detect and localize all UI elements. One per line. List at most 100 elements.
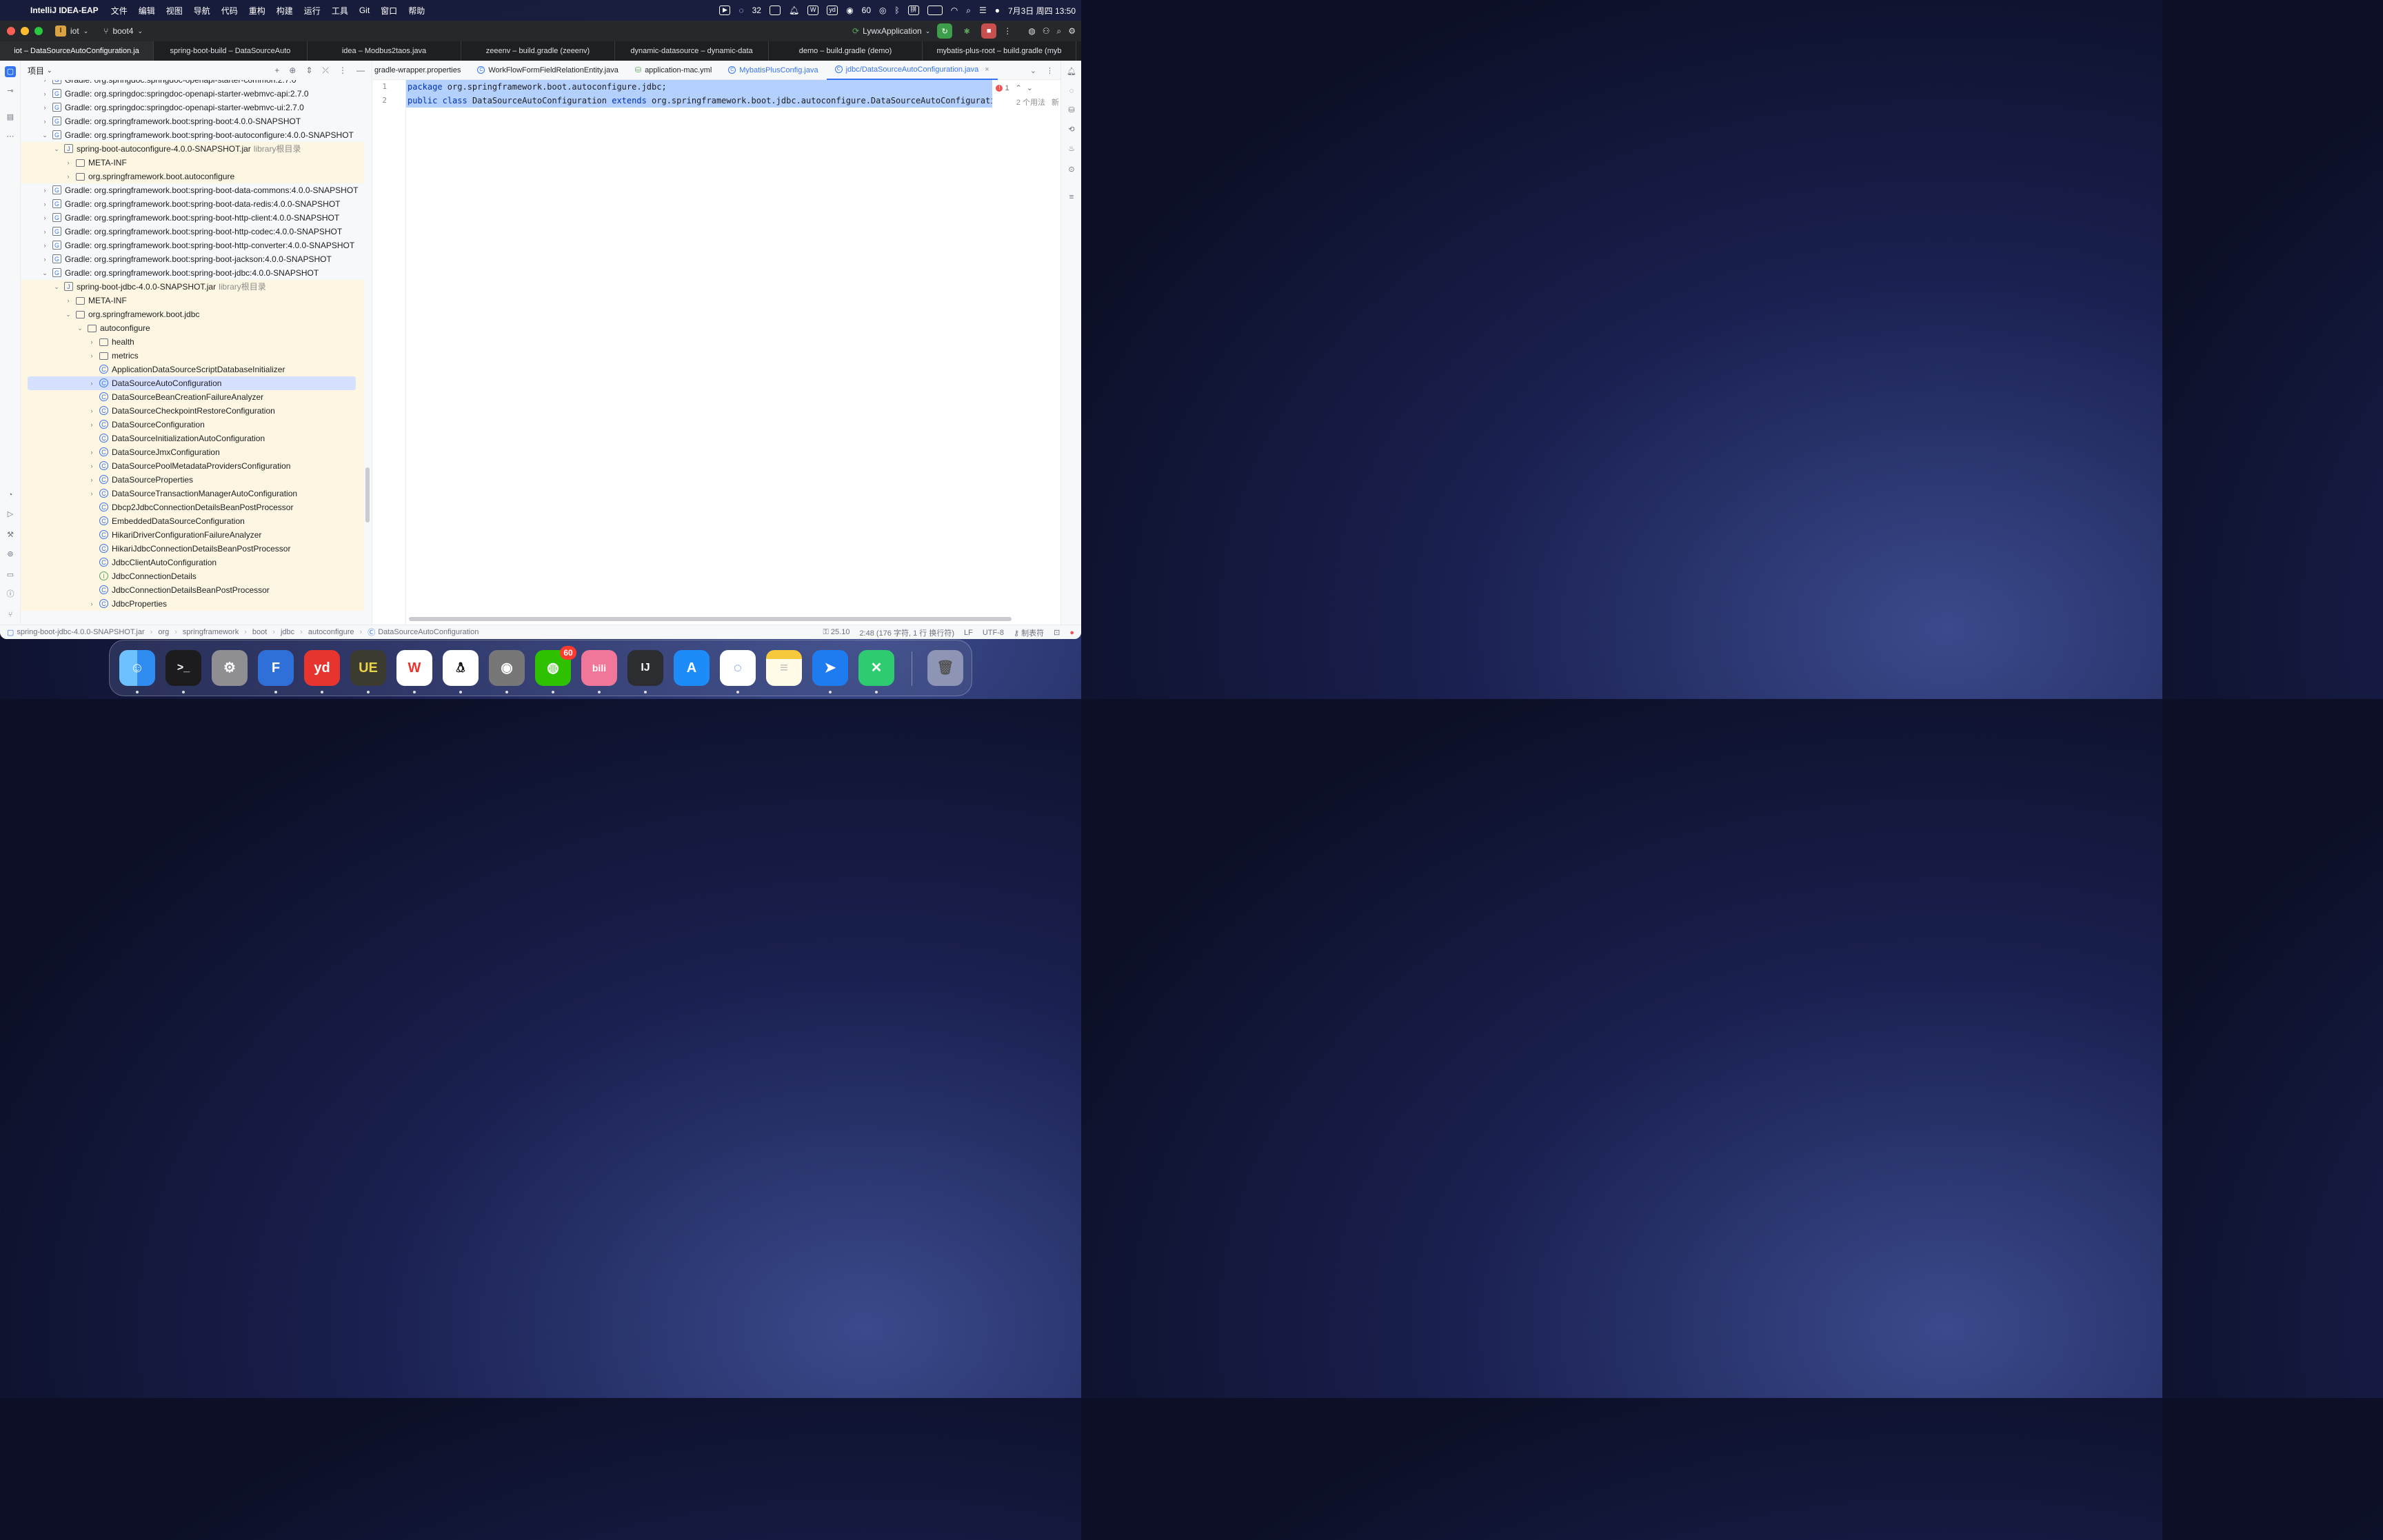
trash-icon[interactable]: 🗑︎ [927, 650, 963, 686]
chevron-right-icon[interactable]: › [41, 197, 48, 211]
app-menu[interactable]: IntelliJ IDEA-EAP [30, 6, 99, 15]
chat-status-icon[interactable]: ◌ [738, 6, 743, 15]
error-status-icon[interactable]: ● [1069, 629, 1074, 637]
next-highlight-icon[interactable]: ⌄ [1027, 83, 1033, 92]
prev-highlight-icon[interactable]: ⌃ [1016, 83, 1022, 92]
breadcrumb-class[interactable]: DataSourceAutoConfiguration [378, 628, 479, 636]
bluetooth-icon[interactable]: ᛒ [895, 6, 900, 15]
tree-row[interactable]: ⌄ Jspring-boot-jdbc-4.0.0-SNAPSHOT.jar lib… [21, 280, 364, 294]
breadcrumb-jdbc[interactable]: jdbc [281, 628, 294, 636]
chevron-right-icon[interactable]: › [88, 597, 95, 611]
editor-tab-datasource-autoconfig[interactable]: C jdbc/DataSourceAutoConfiguration.java … [826, 61, 998, 80]
profiler-icon[interactable]: ◔ [5, 489, 16, 500]
chrome-icon[interactable]: ◉ [489, 650, 525, 686]
menu-window[interactable]: 窗口 [381, 5, 397, 17]
qq-icon[interactable]: 🐧︎ [443, 650, 479, 686]
tree-row[interactable]: › META-INF [21, 156, 364, 170]
input-method-icon[interactable]: 拼 [907, 6, 919, 15]
structure-tool-icon[interactable]: ▤ [5, 112, 16, 123]
bookmarks-tool-icon[interactable]: ≡ [1066, 192, 1077, 203]
code-line-2[interactable]: public class DataSourceAutoConfiguration… [406, 94, 992, 108]
breadcrumb-boot[interactable]: boot [252, 628, 267, 636]
menu-file[interactable]: 文件 [111, 5, 128, 17]
chevron-right-icon[interactable]: › [88, 459, 95, 473]
tree-row[interactable]: › G Gradle: org.springdoc:springdoc-openap… [21, 80, 364, 87]
project-tab-iot[interactable]: iot – DataSourceAutoConfiguration.ja [0, 41, 154, 61]
tree-row[interactable]: › G Gradle: org.springframework.boot:sprin… [21, 183, 364, 197]
new-file-icon[interactable]: + [274, 65, 279, 76]
tree-row[interactable]: › G Gradle: org.springframework.boot:sprin… [21, 114, 364, 128]
menu-help[interactable]: 帮助 [408, 5, 425, 17]
wps-office-icon[interactable]: W [396, 650, 432, 686]
locate-file-icon[interactable]: ⊕ [289, 65, 296, 76]
tree-row[interactable]: › META-INF [21, 294, 364, 307]
bell-icon[interactable]: 🔔︎ [789, 6, 799, 15]
youdao-dict-icon[interactable]: yd [304, 650, 340, 686]
line-separator[interactable]: LF [964, 629, 973, 637]
indent-widget[interactable]: ⚷ 制表符 [1014, 627, 1044, 638]
tree-row[interactable]: › G Gradle: org.springframework.boot:sprin… [21, 239, 364, 252]
tree-vertical-scrollbar[interactable] [365, 467, 370, 523]
ai-assistant-icon[interactable]: ◍ [1028, 26, 1035, 36]
chevron-right-icon[interactable]: › [88, 376, 95, 390]
tree-row[interactable]: › C JdbcProperties [21, 597, 364, 611]
xmind-icon[interactable]: ✕ [858, 650, 894, 686]
menu-edit[interactable]: 编辑 [139, 5, 155, 17]
tree-row[interactable]: ⌄ autoconfigure [21, 321, 364, 335]
wps-icon[interactable]: W [807, 6, 819, 15]
tree-row[interactable]: I JdbcConnectionDetails [21, 569, 364, 583]
usages-inlay-hint[interactable]: 2 个用法 [1016, 97, 1045, 108]
tree-row[interactable]: › G Gradle: org.springdoc:springdoc-openap… [21, 87, 364, 101]
breadcrumb-jar[interactable]: spring-boot-jdbc-4.0.0-SNAPSHOT.jar [17, 628, 144, 636]
youdao-icon[interactable]: yd [827, 6, 838, 15]
ai-chat-icon[interactable]: ◌ [1066, 85, 1077, 97]
editor-tab-gradle-wrapper[interactable]: gradle-wrapper.properties [373, 61, 469, 80]
chevron-right-icon[interactable]: › [88, 473, 95, 487]
menu-code[interactable]: 代码 [221, 5, 238, 17]
wifi-icon[interactable]: ◠ [951, 6, 958, 15]
ultraedit-icon[interactable]: UE [350, 650, 386, 686]
tree-row[interactable]: › C DataSourcePoolMetadataProvidersConfigu… [21, 459, 364, 473]
calendar-icon[interactable] [769, 6, 781, 15]
options-icon[interactable]: ⋮ [339, 65, 347, 76]
tree-row[interactable]: ⌄ org.springframework.boot.jdbc [21, 307, 364, 321]
project-tab-demo[interactable]: demo – build.gradle (demo) [769, 41, 923, 61]
tree-row[interactable]: › C DataSourceJmxConfiguration [21, 445, 364, 459]
menu-refactor[interactable]: 重构 [249, 5, 265, 17]
chevron-right-icon[interactable]: › [41, 101, 48, 114]
tree-row[interactable]: › C DataSourceCheckpointRestoreConfigurati… [21, 404, 364, 418]
tree-row[interactable]: C JdbcClientAutoConfiguration [21, 556, 364, 569]
database-icon[interactable]: ⛁ [1066, 105, 1077, 116]
tree-row[interactable]: › metrics [21, 349, 364, 363]
tree-row-selected[interactable]: › C DataSourceAutoConfiguration [21, 376, 364, 390]
chevron-right-icon[interactable]: › [41, 252, 48, 266]
chevron-right-icon[interactable]: › [65, 156, 72, 170]
tree-row[interactable]: ⌄ G Gradle: org.springframework.boot:sprin… [21, 128, 364, 142]
tree-row[interactable]: › G Gradle: org.springframework.boot:sprin… [21, 197, 364, 211]
feishu-icon[interactable]: ➤ [812, 650, 848, 686]
rerun-button[interactable]: ↻ [937, 23, 953, 39]
spotlight-icon[interactable]: ⌕ [966, 6, 971, 16]
inspection-widget[interactable]: ! 1 ⌃ ⌄ [996, 83, 1033, 92]
maven-tool-icon[interactable]: ♨ [1066, 143, 1077, 154]
terminal-tool-icon[interactable]: ▭ [5, 569, 16, 580]
notes-icon[interactable]: ≡ [766, 650, 802, 686]
chevron-right-icon[interactable]: › [88, 418, 95, 432]
commit-tool-icon[interactable]: ⊸ [5, 85, 16, 97]
chevron-right-icon[interactable]: › [41, 114, 48, 128]
tree-row[interactable]: C HikariJdbcConnectionDetailsBeanPostProc… [21, 542, 364, 556]
cursor-app-icon[interactable]: ▶ [719, 6, 731, 15]
tree-row[interactable]: › health [21, 335, 364, 349]
build-tool-icon[interactable]: ⚒ [5, 529, 16, 540]
tree-row[interactable]: C DataSourceInitializationAutoConfigurati… [21, 432, 364, 445]
chevron-down-icon[interactable]: ⌄ [53, 142, 60, 156]
debug-button[interactable]: ✱ [959, 23, 974, 39]
tree-row[interactable]: › C DataSourceConfiguration [21, 418, 364, 432]
editor-horizontal-scrollbar[interactable] [409, 617, 1012, 621]
tree-row[interactable]: C EmbeddedDataSourceConfiguration [21, 514, 364, 528]
more-tools-icon[interactable]: ⋯ [5, 131, 16, 142]
breadcrumb-autoconfigure[interactable]: autoconfigure [308, 628, 354, 636]
tree-row[interactable]: › G Gradle: org.springdoc:springdoc-openap… [21, 101, 364, 114]
chevron-right-icon[interactable]: › [41, 183, 48, 197]
ssh-version-widget[interactable]: ⚿ 25.10 [823, 628, 849, 637]
